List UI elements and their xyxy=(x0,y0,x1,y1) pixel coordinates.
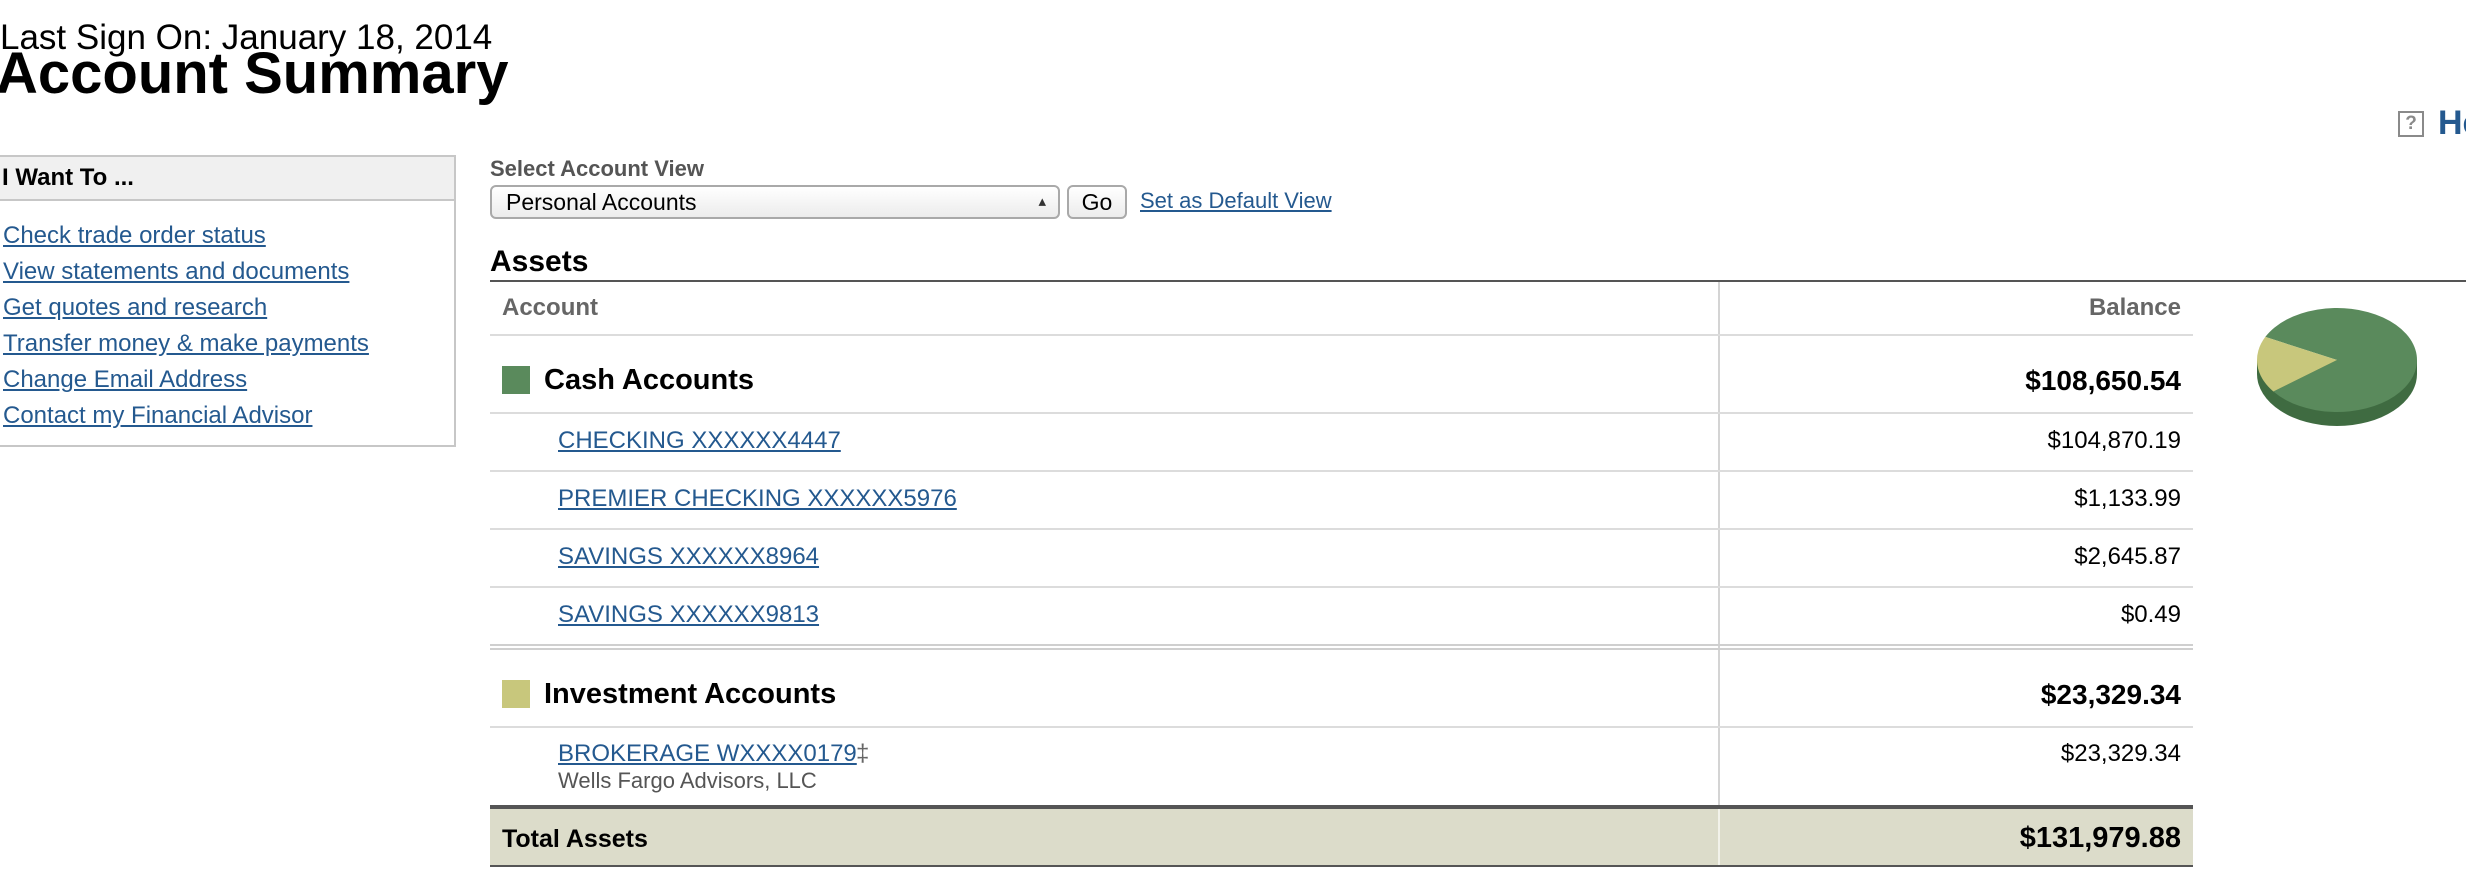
account-view-select[interactable]: Personal Accounts ▴ xyxy=(490,185,1060,219)
account-balance: $1,133.99 xyxy=(2074,485,2181,512)
table-header-row: Account Balance xyxy=(490,282,2193,336)
account-link[interactable]: BROKERAGE WXXXX0179 xyxy=(558,740,857,768)
total-assets-value: $131,979.88 xyxy=(2019,822,2181,854)
i-want-to-title: I Want To ... xyxy=(0,157,454,201)
link-contact-advisor[interactable]: Contact my Financial Advisor xyxy=(3,402,312,429)
category-row-investment: Investment Accounts $23,329.34 xyxy=(490,652,2193,728)
total-divider xyxy=(1718,809,1720,865)
total-assets-row: Total Assets $131,979.88 xyxy=(490,805,2193,867)
investment-color-swatch xyxy=(502,680,530,708)
assets-title: Assets xyxy=(490,245,589,278)
column-header-balance: Balance xyxy=(2088,294,2181,321)
page-title: Account Summary xyxy=(0,41,509,106)
total-assets-label: Total Assets xyxy=(502,825,648,853)
account-view-selected: Personal Accounts xyxy=(506,189,697,215)
category-total: $23,329.34 xyxy=(2040,679,2181,710)
i-want-to-panel: I Want To ... Check trade order status V… xyxy=(0,155,456,447)
account-balance: $104,870.19 xyxy=(2047,427,2181,454)
account-provider: Wells Fargo Advisors, LLC xyxy=(558,768,817,793)
category-total: $108,650.54 xyxy=(2025,365,2181,396)
account-balance: $0.49 xyxy=(2120,601,2181,628)
link-view-statements[interactable]: View statements and documents xyxy=(3,258,349,285)
select-arrows-icon: ▴ xyxy=(1038,193,1046,210)
account-balance: $23,329.34 xyxy=(2060,740,2181,767)
account-link[interactable]: SAVINGS XXXXXX9813 xyxy=(558,601,819,629)
cash-color-swatch xyxy=(502,366,530,394)
table-row: SAVINGS XXXXXX9813 $0.49 xyxy=(490,588,2193,650)
account-marker: ‡ xyxy=(856,740,870,767)
account-link[interactable]: SAVINGS XXXXXX8964 xyxy=(558,543,819,571)
table-row: SAVINGS XXXXXX8964 $2,645.87 xyxy=(490,530,2193,588)
help-link[interactable]: ? He xyxy=(2398,104,2466,143)
link-get-quotes[interactable]: Get quotes and research xyxy=(3,294,267,321)
help-icon: ? xyxy=(2398,110,2424,137)
account-link[interactable]: PREMIER CHECKING XXXXXX5976 xyxy=(558,485,957,513)
link-transfer-money[interactable]: Transfer money & make payments xyxy=(3,330,369,357)
category-name: Investment Accounts xyxy=(544,678,837,710)
table-row: PREMIER CHECKING XXXXXX5976 $1,133.99 xyxy=(490,472,2193,530)
set-default-view-link[interactable]: Set as Default View xyxy=(1140,188,1332,214)
pie-slices xyxy=(2257,308,2417,412)
go-button[interactable]: Go xyxy=(1067,185,1127,219)
account-view-label: Select Account View xyxy=(490,156,704,181)
category-row-cash: Cash Accounts $108,650.54 xyxy=(490,336,2193,414)
account-balance: $2,645.87 xyxy=(2074,543,2181,570)
help-label: He xyxy=(2438,104,2466,142)
column-header-account: Account xyxy=(502,294,598,321)
table-row: CHECKING XXXXXX4447 $104,870.19 xyxy=(490,414,2193,472)
link-change-email[interactable]: Change Email Address xyxy=(3,366,247,393)
category-name: Cash Accounts xyxy=(544,364,755,396)
account-link[interactable]: CHECKING XXXXXX4447 xyxy=(558,427,841,455)
i-want-to-list: Check trade order status View statements… xyxy=(0,201,454,437)
link-check-trade-order-status[interactable]: Check trade order status xyxy=(3,222,266,249)
table-row: BROKERAGE WXXXX0179 ‡ Wells Fargo Adviso… xyxy=(490,728,2193,803)
asset-allocation-pie xyxy=(2257,308,2417,426)
